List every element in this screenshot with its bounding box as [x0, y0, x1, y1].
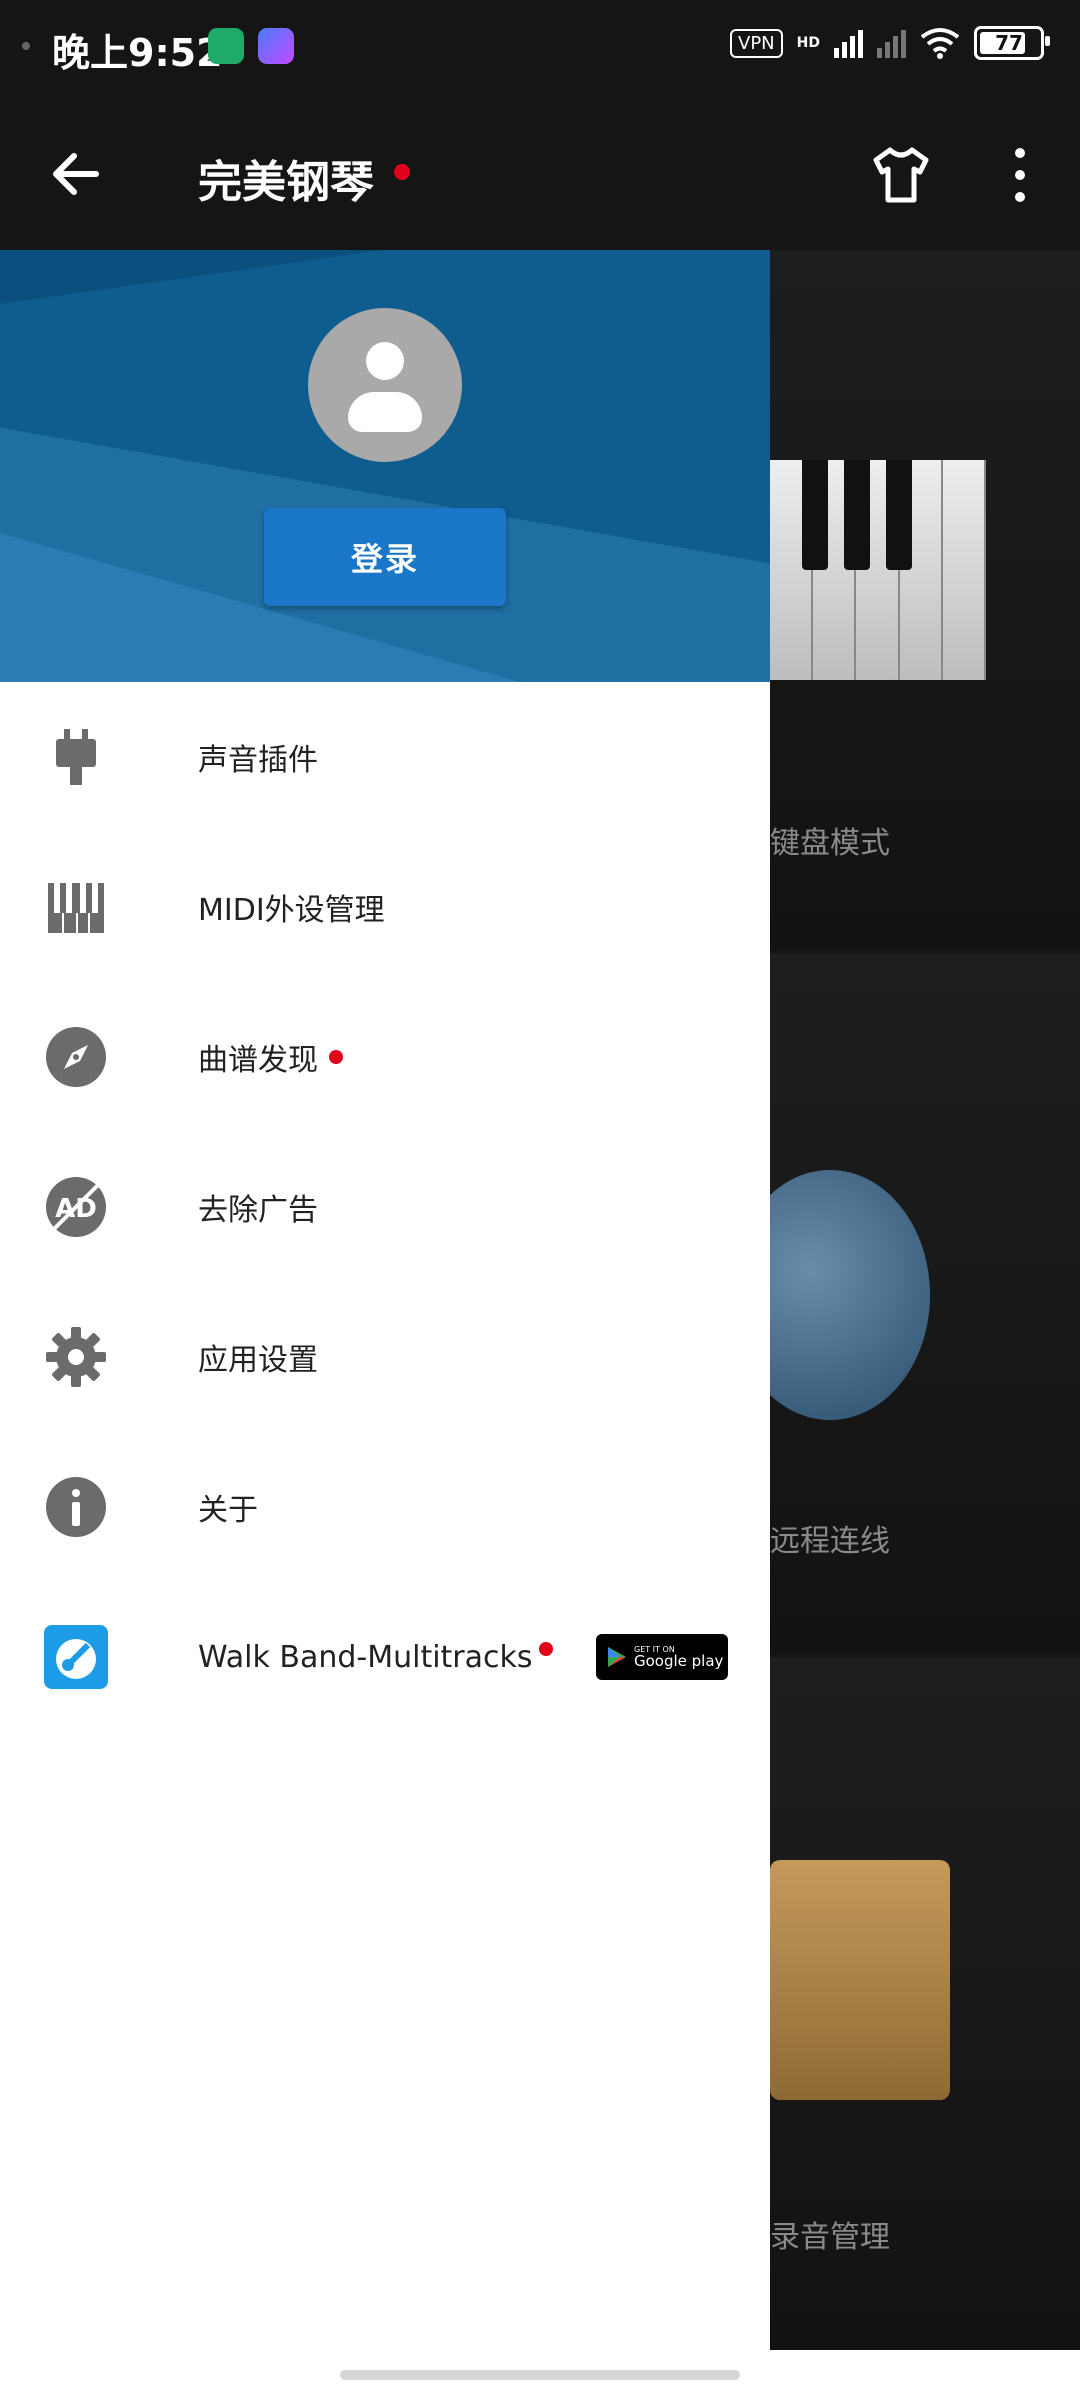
no-ads-icon: AD — [46, 1177, 106, 1237]
keyboard-mode-label: 键盘模式 — [770, 826, 890, 861]
menu-label: 关于 — [198, 1493, 258, 1528]
status-time: 晚上9:52 — [52, 31, 223, 75]
navigation-drawer: 登录 声音插件 MIDI外设管理 曲谱发现 去除广告 应用设置 关于 Walk … — [0, 250, 770, 2350]
menu-item-sound-plugin[interactable]: 声音插件 — [0, 682, 770, 832]
app-bar: 完美钢琴 — [0, 98, 1080, 250]
google-play-text: Google play — [634, 1652, 724, 1670]
compass-icon — [46, 1027, 106, 1087]
background-content: 键盘模式 远程连线 录音管理 — [730, 250, 1080, 2350]
menu-item-walk-band[interactable]: Walk Band-Multitracks GET IT ON Google p… — [0, 1582, 770, 1732]
shield-app-icon — [208, 28, 244, 64]
notification-dot — [539, 1642, 553, 1656]
walk-band-app-icon — [44, 1625, 108, 1689]
piano-keys-image — [770, 460, 987, 680]
remote-connect-label: 远程连线 — [770, 1524, 890, 1559]
drawer-menu: 声音插件 MIDI外设管理 曲谱发现 去除广告 应用设置 关于 Walk Ban… — [0, 682, 770, 1732]
gear-icon — [46, 1327, 106, 1387]
recording-manage-label: 录音管理 — [770, 2220, 890, 2255]
plugin-icon — [56, 729, 96, 785]
keyboard-mode-card[interactable]: 键盘模式 — [770, 250, 1080, 950]
play-store-icon — [608, 1647, 626, 1667]
back-arrow-icon[interactable] — [44, 142, 108, 206]
menu-item-midi[interactable]: MIDI外设管理 — [0, 832, 770, 982]
notification-dot — [394, 164, 410, 180]
menu-label: 曲谱发现 — [198, 1043, 318, 1078]
hd-label: HD — [796, 35, 820, 51]
menu-label: 应用设置 — [198, 1343, 318, 1378]
wifi-icon — [920, 28, 960, 59]
login-button[interactable]: 登录 — [264, 508, 506, 606]
menu-label: 声音插件 — [198, 743, 318, 778]
menu-label: Walk Band-Multitracks — [198, 1639, 533, 1675]
status-icons: VPN HD 77 — [730, 26, 1050, 60]
menu-item-settings[interactable]: 应用设置 — [0, 1282, 770, 1432]
info-icon — [46, 1477, 106, 1537]
menu-label: MIDI外设管理 — [198, 893, 385, 928]
status-bar: 晚上9:52 VPN HD 77 — [0, 0, 1080, 98]
menu-item-remove-ads[interactable]: AD 去除广告 — [0, 1132, 770, 1282]
vpn-icon: VPN — [730, 28, 783, 58]
status-dot — [22, 42, 30, 50]
page-title: 完美钢琴 — [198, 157, 374, 208]
rocket-app-icon — [258, 28, 294, 64]
home-indicator[interactable] — [340, 2370, 740, 2380]
notification-dot — [329, 1050, 343, 1064]
battery-icon: 77 — [974, 26, 1050, 60]
avatar[interactable] — [308, 308, 462, 462]
menu-item-score-discovery[interactable]: 曲谱发现 — [0, 982, 770, 1132]
folder-image — [770, 1860, 950, 2100]
midi-keyboard-icon — [48, 883, 104, 933]
drawer-header: 登录 — [0, 250, 770, 682]
more-menu-icon[interactable] — [1000, 142, 1040, 208]
menu-item-about[interactable]: 关于 — [0, 1432, 770, 1582]
signal-icon — [834, 28, 863, 58]
google-play-badge[interactable]: GET IT ON Google play — [596, 1634, 728, 1680]
shirt-icon[interactable] — [868, 142, 934, 208]
battery-level: 77 — [995, 31, 1023, 55]
signal-icon-secondary — [877, 28, 906, 58]
menu-label: 去除广告 — [198, 1193, 318, 1228]
